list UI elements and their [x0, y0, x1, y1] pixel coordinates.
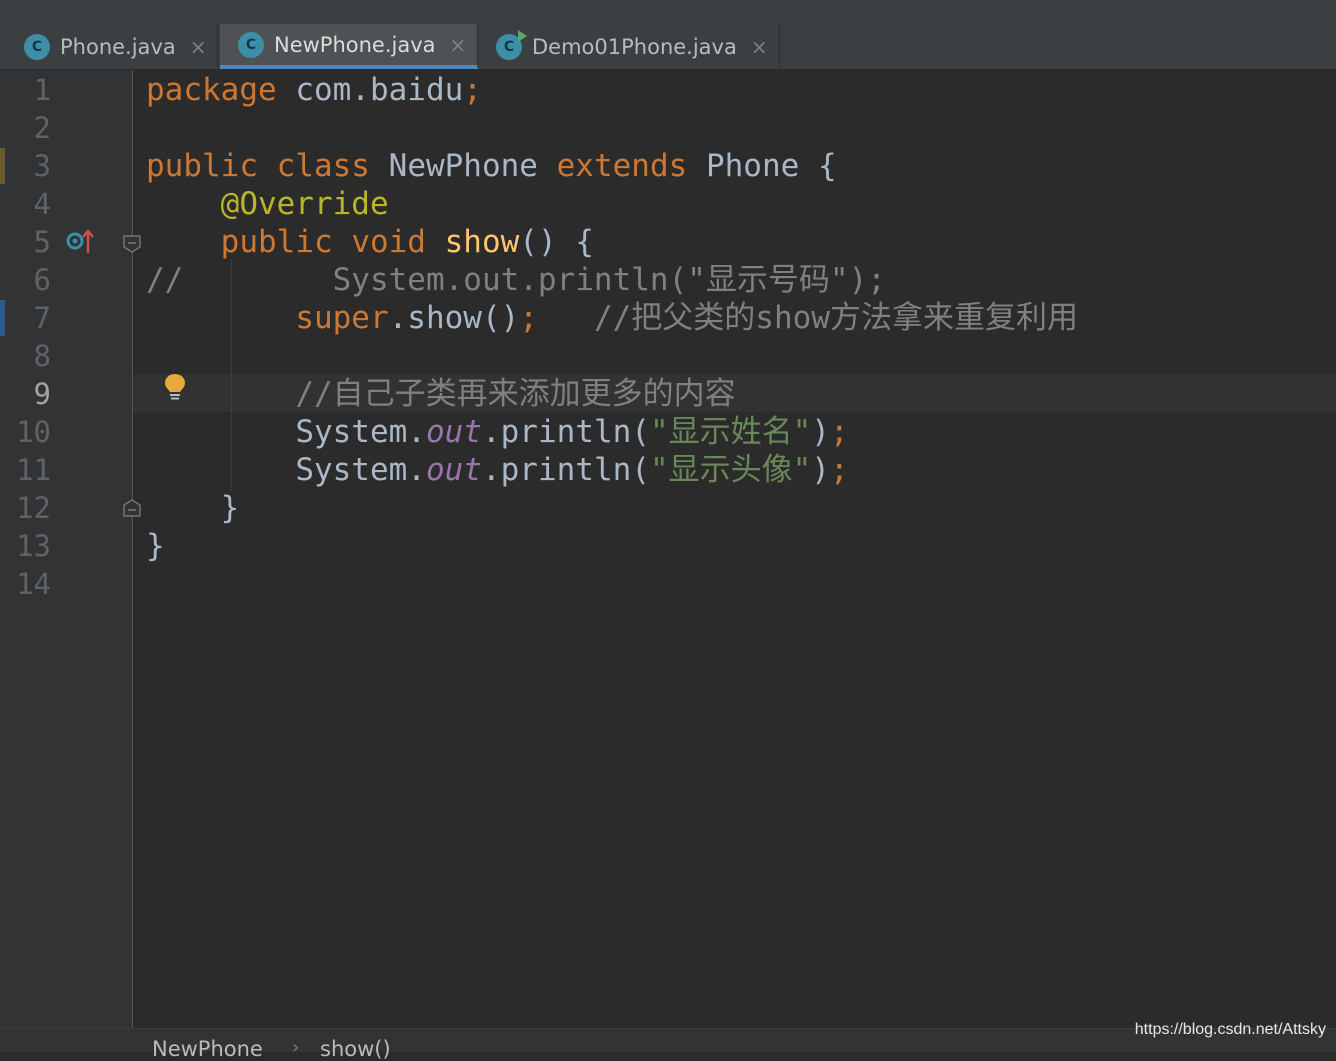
call-token: .show(): [388, 300, 520, 336]
code-line-4: @Override: [146, 185, 389, 223]
code-line-10: System.out.println("显示姓名");: [146, 413, 849, 451]
code-line-7: super.show(); //把父类的show方法拿来重复利用: [146, 299, 1078, 337]
brace-token: }: [220, 490, 240, 526]
line-number: 2: [33, 111, 51, 145]
line-number: 11: [16, 453, 51, 487]
fold-method-icon[interactable]: [123, 235, 141, 253]
comment-token: //把父类的show方法拿来重复利用: [593, 300, 1078, 336]
keyword-token: extends: [556, 148, 688, 184]
line-number: 8: [33, 339, 51, 373]
static-field-token: out: [425, 414, 482, 450]
tab-label: Phone.java: [60, 34, 176, 59]
tab-newphone-java[interactable]: C NewPhone.java ×: [220, 24, 478, 69]
keyword-token: void: [351, 224, 426, 260]
line-number: 6: [33, 263, 51, 297]
code-line-13: }: [146, 527, 165, 565]
line-number: 12: [16, 491, 51, 525]
code-line-12: }: [146, 489, 240, 527]
code-line-1: package com.baidu;: [146, 71, 482, 109]
title-strip: [0, 0, 1336, 20]
tab-label: NewPhone.java: [274, 32, 436, 57]
code-line-9: //自己子类再来添加更多的内容: [146, 375, 736, 413]
close-tab-icon[interactable]: ×: [450, 33, 467, 57]
class-name-token: NewPhone: [388, 148, 538, 184]
semicolon-token: ;: [829, 452, 849, 488]
class-ref-token: System.: [295, 452, 426, 488]
close-tab-icon[interactable]: ×: [190, 35, 207, 59]
annotation-token: @Override: [220, 186, 389, 222]
line-number: 3: [33, 149, 51, 183]
keyword-token: super: [295, 300, 389, 336]
breadcrumb-separator: ›: [292, 1037, 300, 1058]
paren-token: ): [811, 452, 830, 488]
call-token: .println(: [481, 414, 650, 450]
line-number: 14: [16, 567, 51, 601]
fold-end-icon[interactable]: [123, 499, 141, 517]
string-token: "显示姓名": [649, 414, 812, 450]
runnable-class-icon: C: [496, 29, 527, 60]
overrides-method-icon[interactable]: [66, 228, 102, 254]
tab-label: Demo01Phone.java: [532, 34, 737, 59]
semicolon-token: ;: [519, 300, 538, 336]
code-line-5: public void show() {: [146, 223, 594, 261]
keyword-token: public: [220, 224, 333, 260]
line-number-current: 9: [33, 377, 51, 411]
code-line-6: // System.out.println("显示号码");: [146, 262, 886, 298]
breadcrumb-method[interactable]: show(): [320, 1037, 391, 1061]
comment-token: //自己子类再来添加更多的内容: [295, 376, 736, 412]
keyword-token: class: [276, 148, 370, 184]
line-number: 1: [33, 73, 51, 107]
brace-token: }: [146, 528, 165, 564]
breadcrumb-class[interactable]: NewPhone: [152, 1037, 263, 1061]
class-icon: C: [238, 31, 264, 58]
line-number: 7: [33, 301, 51, 335]
tab-phone-java[interactable]: C Phone.java ×: [6, 24, 218, 69]
line-number: 13: [16, 529, 51, 563]
close-tab-icon[interactable]: ×: [751, 35, 768, 59]
paren-token: ): [811, 414, 830, 450]
method-name-token: show: [444, 224, 520, 260]
keyword-token: package: [146, 72, 277, 108]
call-token: .println(: [481, 452, 650, 488]
editor-tab-bar: C Phone.java × C NewPhone.java × C Demo0…: [0, 20, 1336, 70]
line-number: 5: [33, 225, 51, 259]
semicolon-token: ;: [463, 72, 482, 108]
package-name-token: com.baidu: [276, 72, 464, 108]
superclass-token: Phone {: [705, 148, 837, 184]
semicolon-token: ;: [829, 414, 849, 450]
code-line-3: public class NewPhone extends Phone {: [146, 147, 837, 185]
watermark-text: https://blog.csdn.net/Attsky: [1134, 1021, 1326, 1038]
tab-demo01phone-java[interactable]: C Demo01Phone.java ×: [478, 24, 780, 69]
static-field-token: out: [425, 452, 482, 488]
string-token: "显示头像": [649, 452, 812, 488]
class-ref-token: System.: [295, 414, 426, 450]
params-token: () {: [519, 224, 594, 260]
line-number: 10: [16, 415, 51, 449]
line-number: 4: [33, 187, 51, 221]
gutter-divider: [132, 70, 133, 1028]
code-line-11: System.out.println("显示头像");: [146, 451, 849, 489]
class-icon: C: [24, 33, 50, 60]
keyword-token: public: [146, 148, 258, 184]
